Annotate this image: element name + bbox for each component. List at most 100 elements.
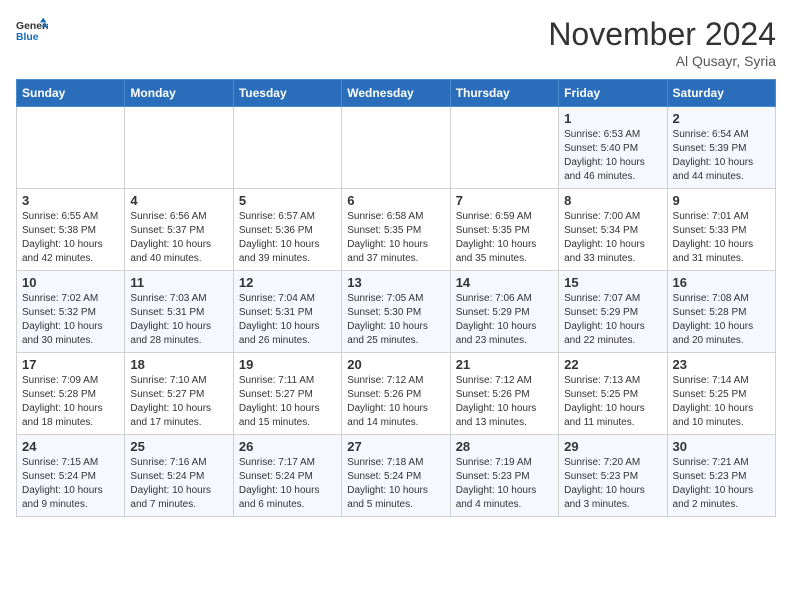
logo-icon: General Blue: [16, 16, 48, 44]
day-number: 18: [130, 357, 227, 372]
day-number: 29: [564, 439, 661, 454]
calendar-cell: 26 Sunrise: 7:17 AM Sunset: 5:24 PM Dayli…: [233, 435, 341, 517]
calendar-cell: 13Sunrise: 7:05 AM Sunset: 5:30 PM Dayli…: [342, 271, 450, 353]
page-header: General Blue November 2024 Al Qusayr, Sy…: [16, 16, 776, 69]
calendar-cell: 12Sunrise: 7:04 AM Sunset: 5:31 PM Dayli…: [233, 271, 341, 353]
calendar-cell: [125, 107, 233, 189]
day-number: 27: [347, 439, 444, 454]
calendar-cell: 16 Sunrise: 7:08 AM Sunset: 5:28 PM Dayli…: [667, 271, 775, 353]
calendar-cell: 14 Sunrise: 7:06 AM Sunset: 5:29 PM Dayli…: [450, 271, 558, 353]
weekday-header: Monday: [125, 80, 233, 107]
day-detail: Sunrise: 7:12 AM Sunset: 5:26 PM Dayligh…: [456, 374, 553, 430]
calendar-cell: 29 Sunrise: 7:20 AM Sunset: 5:23 PM Dayli…: [559, 435, 667, 517]
weekday-header: Friday: [559, 80, 667, 107]
logo: General Blue: [16, 16, 48, 44]
day-number: 9: [673, 193, 770, 208]
day-number: 6: [347, 193, 444, 208]
weekday-header: Thursday: [450, 80, 558, 107]
day-detail: Sunrise: 7:04 AM Sunset: 5:31 PM Dayligh…: [239, 292, 336, 348]
calendar-cell: 5 Sunrise: 6:57 AM Sunset: 5:36 PM Daylig…: [233, 189, 341, 271]
day-number: 19: [239, 357, 336, 372]
calendar-week-row: 24Sunrise: 7:15 AM Sunset: 5:24 PM Dayli…: [17, 435, 776, 517]
calendar-cell: [233, 107, 341, 189]
day-detail: Sunrise: 7:15 AM Sunset: 5:24 PM Dayligh…: [22, 456, 119, 512]
day-number: 7: [456, 193, 553, 208]
day-detail: Sunrise: 7:14 AM Sunset: 5:25 PM Dayligh…: [673, 374, 770, 430]
title-block: November 2024 Al Qusayr, Syria: [548, 16, 776, 69]
day-number: 8: [564, 193, 661, 208]
day-detail: Sunrise: 7:02 AM Sunset: 5:32 PM Dayligh…: [22, 292, 119, 348]
day-number: 14: [456, 275, 553, 290]
day-number: 17: [22, 357, 119, 372]
day-detail: Sunrise: 7:09 AM Sunset: 5:28 PM Dayligh…: [22, 374, 119, 430]
day-detail: Sunrise: 6:59 AM Sunset: 5:35 PM Dayligh…: [456, 210, 553, 266]
day-detail: Sunrise: 7:18 AM Sunset: 5:24 PM Dayligh…: [347, 456, 444, 512]
calendar-cell: 2 Sunrise: 6:54 AM Sunset: 5:39 PM Daylig…: [667, 107, 775, 189]
day-number: 3: [22, 193, 119, 208]
day-detail: Sunrise: 7:01 AM Sunset: 5:33 PM Dayligh…: [673, 210, 770, 266]
day-detail: Sunrise: 7:19 AM Sunset: 5:23 PM Dayligh…: [456, 456, 553, 512]
day-detail: Sunrise: 6:53 AM Sunset: 5:40 PM Dayligh…: [564, 128, 661, 184]
day-detail: Sunrise: 6:56 AM Sunset: 5:37 PM Dayligh…: [130, 210, 227, 266]
calendar-cell: 17 Sunrise: 7:09 AM Sunset: 5:28 PM Dayli…: [17, 353, 125, 435]
day-detail: Sunrise: 7:13 AM Sunset: 5:25 PM Dayligh…: [564, 374, 661, 430]
day-detail: Sunrise: 7:08 AM Sunset: 5:28 PM Dayligh…: [673, 292, 770, 348]
day-detail: Sunrise: 6:58 AM Sunset: 5:35 PM Dayligh…: [347, 210, 444, 266]
calendar-week-row: 3Sunrise: 6:55 AM Sunset: 5:38 PM Daylig…: [17, 189, 776, 271]
day-detail: Sunrise: 7:07 AM Sunset: 5:29 PM Dayligh…: [564, 292, 661, 348]
calendar-cell: 20 Sunrise: 7:12 AM Sunset: 5:26 PM Dayli…: [342, 353, 450, 435]
day-number: 20: [347, 357, 444, 372]
day-number: 2: [673, 111, 770, 126]
day-detail: Sunrise: 7:20 AM Sunset: 5:23 PM Dayligh…: [564, 456, 661, 512]
calendar-cell: 7 Sunrise: 6:59 AM Sunset: 5:35 PM Daylig…: [450, 189, 558, 271]
day-number: 10: [22, 275, 119, 290]
calendar-cell: 9 Sunrise: 7:01 AM Sunset: 5:33 PM Daylig…: [667, 189, 775, 271]
calendar-cell: 21Sunrise: 7:12 AM Sunset: 5:26 PM Dayli…: [450, 353, 558, 435]
day-detail: Sunrise: 7:11 AM Sunset: 5:27 PM Dayligh…: [239, 374, 336, 430]
calendar-cell: [17, 107, 125, 189]
day-number: 26: [239, 439, 336, 454]
day-detail: Sunrise: 7:21 AM Sunset: 5:23 PM Dayligh…: [673, 456, 770, 512]
day-detail: Sunrise: 7:12 AM Sunset: 5:26 PM Dayligh…: [347, 374, 444, 430]
day-number: 28: [456, 439, 553, 454]
day-number: 15: [564, 275, 661, 290]
calendar-week-row: 17 Sunrise: 7:09 AM Sunset: 5:28 PM Dayli…: [17, 353, 776, 435]
day-number: 4: [130, 193, 227, 208]
calendar-cell: 10 Sunrise: 7:02 AM Sunset: 5:32 PM Dayli…: [17, 271, 125, 353]
weekday-header: Tuesday: [233, 80, 341, 107]
day-number: 22: [564, 357, 661, 372]
day-detail: Sunrise: 7:03 AM Sunset: 5:31 PM Dayligh…: [130, 292, 227, 348]
day-detail: Sunrise: 7:10 AM Sunset: 5:27 PM Dayligh…: [130, 374, 227, 430]
calendar-cell: [450, 107, 558, 189]
day-detail: Sunrise: 7:17 AM Sunset: 5:24 PM Dayligh…: [239, 456, 336, 512]
day-number: 23: [673, 357, 770, 372]
day-number: 30: [673, 439, 770, 454]
weekday-header: Sunday: [17, 80, 125, 107]
weekday-header: Saturday: [667, 80, 775, 107]
calendar-cell: 3Sunrise: 6:55 AM Sunset: 5:38 PM Daylig…: [17, 189, 125, 271]
day-number: 1: [564, 111, 661, 126]
calendar-table: SundayMondayTuesdayWednesdayThursdayFrid…: [16, 79, 776, 517]
calendar-week-row: 10 Sunrise: 7:02 AM Sunset: 5:32 PM Dayli…: [17, 271, 776, 353]
day-number: 13: [347, 275, 444, 290]
day-number: 5: [239, 193, 336, 208]
calendar-cell: 23 Sunrise: 7:14 AM Sunset: 5:25 PM Dayli…: [667, 353, 775, 435]
day-number: 11: [130, 275, 227, 290]
day-detail: Sunrise: 7:06 AM Sunset: 5:29 PM Dayligh…: [456, 292, 553, 348]
calendar-week-row: 1 Sunrise: 6:53 AM Sunset: 5:40 PM Daylig…: [17, 107, 776, 189]
calendar-cell: 19 Sunrise: 7:11 AM Sunset: 5:27 PM Dayli…: [233, 353, 341, 435]
calendar-cell: 11 Sunrise: 7:03 AM Sunset: 5:31 PM Dayli…: [125, 271, 233, 353]
calendar-cell: 28 Sunrise: 7:19 AM Sunset: 5:23 PM Dayli…: [450, 435, 558, 517]
calendar-cell: 24Sunrise: 7:15 AM Sunset: 5:24 PM Dayli…: [17, 435, 125, 517]
calendar-cell: 22 Sunrise: 7:13 AM Sunset: 5:25 PM Dayli…: [559, 353, 667, 435]
calendar-cell: 8Sunrise: 7:00 AM Sunset: 5:34 PM Daylig…: [559, 189, 667, 271]
day-detail: Sunrise: 6:57 AM Sunset: 5:36 PM Dayligh…: [239, 210, 336, 266]
weekday-header: Wednesday: [342, 80, 450, 107]
calendar-header-row: SundayMondayTuesdayWednesdayThursdayFrid…: [17, 80, 776, 107]
day-number: 16: [673, 275, 770, 290]
calendar-cell: 25Sunrise: 7:16 AM Sunset: 5:24 PM Dayli…: [125, 435, 233, 517]
svg-text:Blue: Blue: [16, 32, 39, 43]
calendar-cell: 4 Sunrise: 6:56 AM Sunset: 5:37 PM Daylig…: [125, 189, 233, 271]
day-detail: Sunrise: 6:54 AM Sunset: 5:39 PM Dayligh…: [673, 128, 770, 184]
calendar-cell: [342, 107, 450, 189]
